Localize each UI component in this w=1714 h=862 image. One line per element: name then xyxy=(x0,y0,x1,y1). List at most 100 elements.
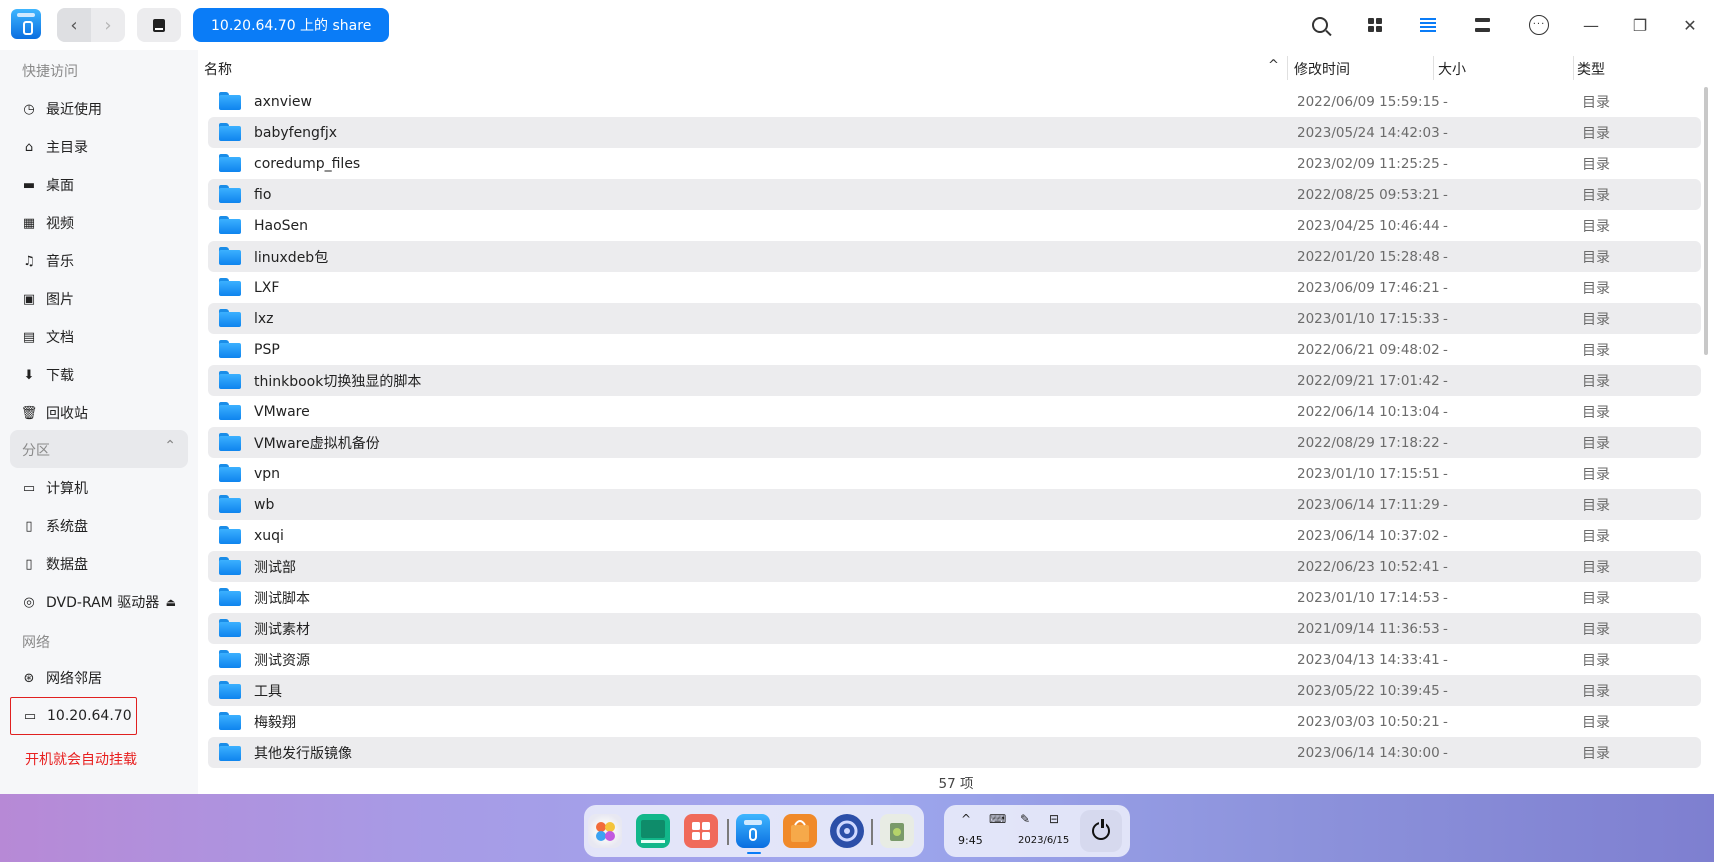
table-row[interactable]: linuxdeb包 2022/01/20 15:28:48- 目录 xyxy=(208,241,1701,272)
file-modified: 2022/09/21 17:01:42 xyxy=(1297,372,1440,389)
table-row[interactable]: 测试部 2022/06/23 10:52:41- 目录 xyxy=(208,551,1701,582)
eject-icon[interactable]: ⏏ xyxy=(166,596,176,609)
back-button[interactable]: ‹ xyxy=(57,8,91,42)
sidebar-item-desktop[interactable]: ▬ 桌面 xyxy=(10,168,188,202)
sidebar-item-downloads[interactable]: ⬇ 下载 xyxy=(10,358,188,392)
sidebar-item-label: 回收站 xyxy=(46,406,88,422)
tray-expand-icon[interactable]: ^ xyxy=(961,812,971,826)
sidebar-item-pictures[interactable]: ▣ 图片 xyxy=(10,282,188,316)
table-row[interactable]: 测试素材 2021/09/14 11:36:53- 目录 xyxy=(208,613,1701,644)
table-row[interactable]: xuqi 2023/06/14 10:37:02- 目录 xyxy=(208,520,1701,551)
sidebar-item-home[interactable]: ⌂ 主目录 xyxy=(10,130,188,164)
table-row[interactable]: coredump_files 2023/02/09 11:25:25- 目录 xyxy=(208,148,1701,179)
file-type: 目录 xyxy=(1582,714,1610,731)
sidebar-item-music[interactable]: ♫ 音乐 xyxy=(10,244,188,278)
sidebar-item-label: 数据盘 xyxy=(46,557,88,573)
table-row[interactable]: thinkbook切换独显的脚本 2022/09/21 17:01:42- 目录 xyxy=(208,365,1701,396)
app-store-bag-icon[interactable] xyxy=(783,814,817,848)
sidebar-item-computer[interactable]: ▭ 计算机 xyxy=(10,471,188,505)
file-size: - xyxy=(1443,651,1448,668)
file-manager-icon[interactable] xyxy=(736,814,770,848)
table-row[interactable]: HaoSen 2023/04/25 10:46:44- 目录 xyxy=(208,210,1701,241)
power-button[interactable] xyxy=(1080,810,1122,852)
file-size: - xyxy=(1443,186,1448,203)
more-icon: ··· xyxy=(1529,15,1549,35)
list-view-button[interactable] xyxy=(1413,10,1443,40)
launcher-icon[interactable] xyxy=(588,814,622,848)
detail-view-button[interactable] xyxy=(1467,10,1497,40)
table-row[interactable]: babyfengfjx 2023/05/24 14:42:03- 目录 xyxy=(208,117,1701,148)
search-button[interactable] xyxy=(1305,10,1335,40)
icon-view-icon xyxy=(1368,18,1382,32)
table-row[interactable]: LXF 2023/06/09 17:46:21- 目录 xyxy=(208,272,1701,303)
column-divider[interactable] xyxy=(1433,56,1434,80)
column-divider[interactable] xyxy=(1573,56,1574,80)
table-row[interactable]: 其他发行版镜像 2023/06/14 14:30:00- 目录 xyxy=(208,737,1701,768)
restore-button[interactable]: ❐ xyxy=(1625,10,1655,40)
location-drive-button[interactable] xyxy=(137,8,181,42)
table-row[interactable]: lxz 2023/01/10 17:15:33- 目录 xyxy=(208,303,1701,334)
table-row[interactable]: PSP 2022/06/21 09:48:02- 目录 xyxy=(208,334,1701,365)
sidebar-item-network-neighborhood[interactable]: ⊛ 网络邻居 xyxy=(10,661,188,695)
table-row[interactable]: axnview 2022/06/09 15:59:15- 目录 xyxy=(208,86,1701,117)
tray-time[interactable]: 9:45 xyxy=(958,834,983,847)
pen-icon[interactable]: ✎ xyxy=(1020,812,1030,826)
icon-view-button[interactable] xyxy=(1360,10,1390,40)
column-type[interactable]: 类型 xyxy=(1577,59,1605,79)
breadcrumb-current-location[interactable]: 10.20.64.70 上的 share xyxy=(193,8,390,42)
sidebar-item-system-disk[interactable]: ▯ 系统盘 xyxy=(10,509,188,543)
trash-icon[interactable] xyxy=(880,814,914,848)
file-size: - xyxy=(1443,589,1448,606)
table-row[interactable]: VMware 2022/06/14 10:13:04- 目录 xyxy=(208,396,1701,427)
dock-separator xyxy=(727,819,729,845)
table-row[interactable]: 测试资源 2023/04/13 14:33:41- 目录 xyxy=(208,644,1701,675)
tray-date[interactable]: 2023/6/15 xyxy=(1018,835,1069,846)
column-modified[interactable]: 修改时间 xyxy=(1294,59,1350,79)
settings-icon[interactable] xyxy=(830,814,864,848)
active-app-indicator xyxy=(747,852,761,854)
file-modified: 2022/06/23 10:52:41 xyxy=(1297,558,1440,575)
folder-icon xyxy=(219,557,241,575)
column-header: 名称 ^ 修改时间 大小 类型 xyxy=(198,50,1714,86)
folder-icon xyxy=(219,309,241,327)
keyboard-icon[interactable]: ⌨ xyxy=(989,812,1006,826)
file-modified: 2022/01/20 15:28:48 xyxy=(1297,248,1440,265)
partition-section-header[interactable]: 分区 ⌃ xyxy=(10,430,188,468)
file-name: 工具 xyxy=(254,683,282,700)
column-name[interactable]: 名称 xyxy=(204,59,232,79)
sidebar-item-documents[interactable]: ▤ 文档 xyxy=(10,320,188,354)
sidebar-item-trash[interactable]: 🗑 回收站 xyxy=(10,396,188,430)
column-size[interactable]: 大小 xyxy=(1438,59,1466,79)
forward-button[interactable]: › xyxy=(91,8,125,42)
sidebar-item-label: 桌面 xyxy=(46,178,74,194)
table-row[interactable]: VMware虚拟机备份 2022/08/29 17:18:22- 目录 xyxy=(208,427,1701,458)
folder-icon xyxy=(219,743,241,761)
file-modified: 2022/06/14 10:13:04 xyxy=(1297,403,1440,420)
table-row[interactable]: wb 2023/06/14 17:11:29- 目录 xyxy=(208,489,1701,520)
file-type: 目录 xyxy=(1582,683,1610,700)
terminal-icon[interactable] xyxy=(636,814,670,848)
network-heading: 网络 xyxy=(22,635,50,651)
table-row[interactable]: fio 2022/08/25 09:53:21- 目录 xyxy=(208,179,1701,210)
more-menu-button[interactable]: ··· xyxy=(1524,10,1554,40)
sidebar-item-dvd-drive[interactable]: ◎ DVD-RAM 驱动器 ⏏ xyxy=(10,585,188,619)
sort-ascending-icon[interactable]: ^ xyxy=(1268,58,1279,73)
column-divider[interactable] xyxy=(1287,56,1288,80)
sidebar-item-videos[interactable]: ▦ 视频 xyxy=(10,206,188,240)
sidebar-item-data-disk[interactable]: ▯ 数据盘 xyxy=(10,547,188,581)
file-type: 目录 xyxy=(1582,187,1610,204)
minimize-button[interactable]: — xyxy=(1576,10,1606,40)
table-row[interactable]: 测试脚本 2023/01/10 17:14:53- 目录 xyxy=(208,582,1701,613)
auto-mount-annotation: 开机就会自动挂载 xyxy=(25,752,137,768)
sidebar-item-recent[interactable]: ◷ 最近使用 xyxy=(10,92,188,126)
close-button[interactable]: ✕ xyxy=(1675,10,1705,40)
table-row[interactable]: vpn 2023/01/10 17:15:51- 目录 xyxy=(208,458,1701,489)
table-row[interactable]: 工具 2023/05/22 10:39:45- 目录 xyxy=(208,675,1701,706)
sidebar-item-network-share[interactable]: ▭ 10.20.64.70 xyxy=(10,697,137,735)
table-row[interactable]: 梅毅翔 2023/03/03 10:50:21- 目录 xyxy=(208,706,1701,737)
app-store-grid-icon[interactable] xyxy=(684,814,718,848)
control-center-icon[interactable]: ⊟ xyxy=(1049,812,1059,826)
vertical-scrollbar[interactable] xyxy=(1704,87,1708,355)
file-type: 目录 xyxy=(1582,249,1610,266)
list-view-icon xyxy=(1420,18,1436,32)
